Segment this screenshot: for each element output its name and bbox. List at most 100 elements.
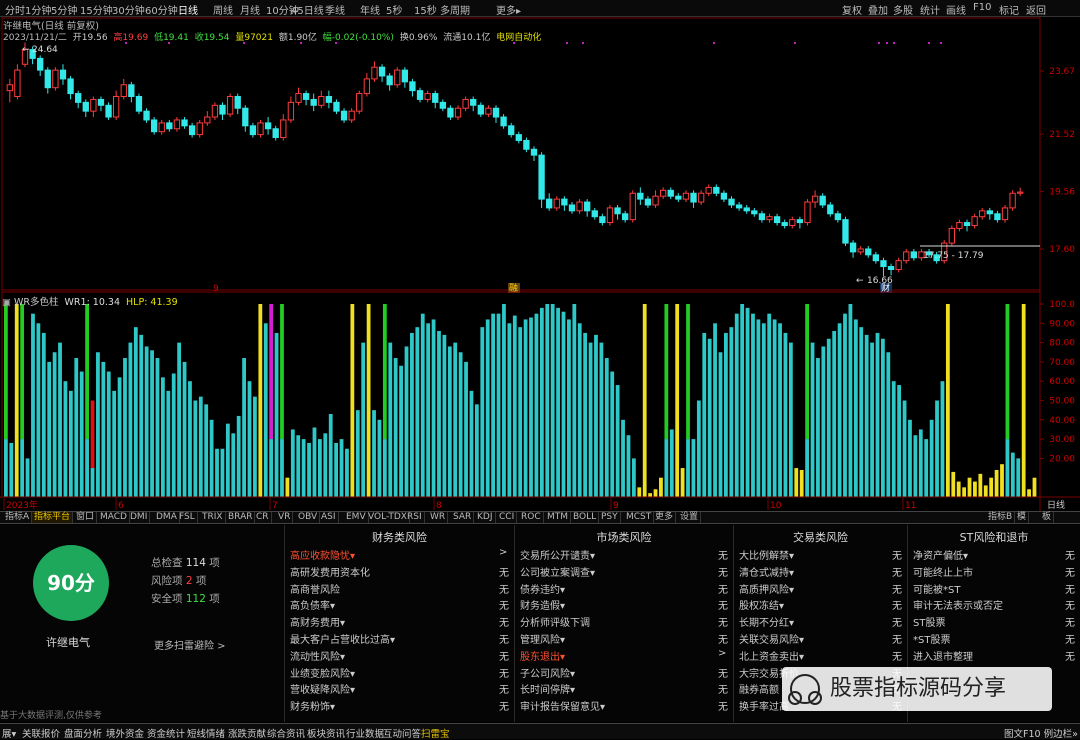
indicator-right-2[interactable]: 板 <box>1040 512 1055 523</box>
risk-item[interactable]: 高商誉风险 <box>290 581 340 596</box>
bottom-tab-6[interactable]: 涨跌贡献 <box>228 726 266 740</box>
indicator-tab-rsi[interactable]: RSI <box>405 512 425 523</box>
risk-item[interactable]: 北上资金卖出▾ <box>739 648 804 663</box>
f10-sidebar-toggle[interactable]: 图文F10 例边栏» <box>1004 726 1078 740</box>
risk-item-status[interactable]: 无 <box>718 614 728 629</box>
indicator-tab-sar[interactable]: SAR <box>451 512 475 523</box>
risk-item[interactable]: 流动性风险▾ <box>290 648 345 663</box>
risk-item[interactable]: 长时间停牌▾ <box>520 681 575 696</box>
risk-item-status[interactable]: 无 <box>499 665 509 680</box>
bottom-tab-3[interactable]: 境外资金 <box>106 726 144 740</box>
risk-item[interactable]: 子公司风险▾ <box>520 665 575 680</box>
bottom-tab-2[interactable]: 盘面分析 <box>64 726 102 740</box>
risk-item-status[interactable]: 无 <box>499 614 509 629</box>
risk-item-status[interactable]: 无 <box>718 631 728 646</box>
more-scan-link[interactable]: 更多扫雷避险 > <box>154 637 226 652</box>
indicator-tab-kdj[interactable]: KDJ <box>475 512 496 523</box>
indicator-tab-asi[interactable]: ASI <box>319 512 339 523</box>
risk-item[interactable]: 大比例解禁▾ <box>739 547 794 562</box>
risk-item[interactable]: 清仓式减持▾ <box>739 564 794 579</box>
indicator-tab-item[interactable]: 指标平台 <box>32 512 74 523</box>
risk-item[interactable]: 债券违约▾ <box>520 581 565 596</box>
risk-item[interactable]: 财务造假▾ <box>520 597 565 612</box>
bottom-tab-8[interactable]: 板块资讯 <box>307 726 345 740</box>
risk-item[interactable]: 关联交易风险▾ <box>739 631 804 646</box>
indicator-tab-emv[interactable]: EMV <box>344 512 369 523</box>
risk-item-status[interactable]: 无 <box>718 564 728 579</box>
risk-item-status[interactable]: 无 <box>892 648 902 663</box>
indicator-tab-item[interactable]: 窗口 <box>74 512 98 523</box>
risk-item[interactable]: 股权冻结▾ <box>739 597 784 612</box>
risk-item-status[interactable]: 无 <box>499 698 509 713</box>
risk-item[interactable]: 进入退市整理 <box>913 648 973 663</box>
risk-item-status[interactable]: 无 <box>1065 614 1075 629</box>
indicator-tab-item[interactable]: 设置 <box>678 512 702 523</box>
risk-item-status[interactable]: 无 <box>1065 564 1075 579</box>
risk-item-status[interactable]: 无 <box>892 597 902 612</box>
risk-item[interactable]: 营收疑降风险▾ <box>290 681 355 696</box>
risk-item[interactable]: 股东退出▾ <box>520 648 565 663</box>
risk-item-status[interactable]: 无 <box>718 681 728 696</box>
bottom-tab-10[interactable]: 互动问答 <box>383 726 421 740</box>
risk-item-status[interactable]: 无 <box>499 631 509 646</box>
risk-item-status[interactable]: 无 <box>1065 547 1075 562</box>
indicator-tab-vol-tdx[interactable]: VOL-TDX <box>366 512 410 523</box>
indicator-right-0[interactable]: 指标B <box>986 512 1016 523</box>
indicator-tab-wr[interactable]: WR <box>428 512 449 523</box>
risk-item[interactable]: 分析师评级下调 <box>520 614 590 629</box>
risk-item[interactable]: 净资产偏低▾ <box>913 547 968 562</box>
indicator-tab-dma[interactable]: DMA <box>154 512 180 523</box>
risk-item[interactable]: 融券高额 <box>739 681 779 696</box>
risk-item-status[interactable]: 无 <box>1065 648 1075 663</box>
indicator-tab-roc[interactable]: ROC <box>519 512 544 523</box>
indicator-tab-brar[interactable]: BRAR <box>226 512 256 523</box>
risk-item[interactable]: 审计无法表示或否定 <box>913 597 1003 612</box>
bottom-tab-7[interactable]: 综合资讯 <box>267 726 305 740</box>
indicator-tab-obv[interactable]: OBV <box>296 512 321 523</box>
indicator-tab-boll[interactable]: BOLL <box>571 512 600 523</box>
risk-item[interactable]: 高应收款隐忧▾ <box>290 547 355 562</box>
bottom-tab-1[interactable]: 关联报价 <box>22 726 60 740</box>
risk-item-status[interactable]: 无 <box>892 547 902 562</box>
risk-item-status[interactable]: > <box>499 547 507 558</box>
indicator-tab-a[interactable]: 指标A <box>3 512 33 523</box>
risk-item[interactable]: 最大客户占营收比过高▾ <box>290 631 395 646</box>
indicator-tab-macd[interactable]: MACD <box>98 512 130 523</box>
risk-item[interactable]: 高研发费用资本化 <box>290 564 370 579</box>
quote-concept[interactable]: 电网自动化 <box>496 33 541 43</box>
risk-item-status[interactable]: 无 <box>892 564 902 579</box>
risk-item[interactable]: 公司被立案调查▾ <box>520 564 595 579</box>
risk-item-status[interactable]: 无 <box>718 698 728 713</box>
risk-item-status[interactable]: 无 <box>718 597 728 612</box>
indicator-tab-psy[interactable]: PSY <box>599 512 621 523</box>
risk-item-status[interactable]: 无 <box>499 564 509 579</box>
indicator-tab-item[interactable]: 更多 <box>653 512 677 523</box>
risk-item-status[interactable]: 无 <box>892 614 902 629</box>
bottom-tab-9[interactable]: 行业数据 <box>346 726 384 740</box>
risk-item-status[interactable]: 无 <box>1065 581 1075 596</box>
risk-item[interactable]: ST股票 <box>913 614 945 629</box>
risk-item[interactable]: 业绩变脸风险▾ <box>290 665 355 680</box>
risk-item-status[interactable]: 无 <box>718 581 728 596</box>
risk-item[interactable]: 高质押风险▾ <box>739 581 794 596</box>
indicator-tab-vr[interactable]: VR <box>276 512 294 523</box>
indicator-tab-dmi[interactable]: DMI <box>128 512 151 523</box>
risk-item-status[interactable]: 无 <box>892 581 902 596</box>
indicator-right-1[interactable]: 模 <box>1015 512 1030 523</box>
risk-item-status[interactable]: 无 <box>718 547 728 562</box>
risk-item-status[interactable]: 无 <box>1065 631 1075 646</box>
risk-item-status[interactable]: 无 <box>718 665 728 680</box>
risk-item[interactable]: *ST股票 <box>913 631 950 646</box>
indicator-tab-mtm[interactable]: MTM <box>545 512 572 523</box>
risk-item[interactable]: 财务粉饰▾ <box>290 698 335 713</box>
risk-item[interactable]: 可能被*ST <box>913 581 960 596</box>
bottom-tab-0[interactable]: 展▾ <box>2 726 16 740</box>
risk-item-status[interactable]: 无 <box>499 597 509 612</box>
risk-item[interactable]: 可能终止上市 <box>913 564 973 579</box>
bottom-tab-11[interactable]: 扫雷宝 <box>421 726 450 740</box>
risk-item[interactable]: 交易所公开谴责▾ <box>520 547 595 562</box>
bottom-tab-5[interactable]: 短线情绪 <box>187 726 225 740</box>
risk-item-status[interactable]: > <box>718 648 726 659</box>
risk-item-status[interactable]: 无 <box>892 631 902 646</box>
risk-item-status[interactable]: 无 <box>499 648 509 663</box>
